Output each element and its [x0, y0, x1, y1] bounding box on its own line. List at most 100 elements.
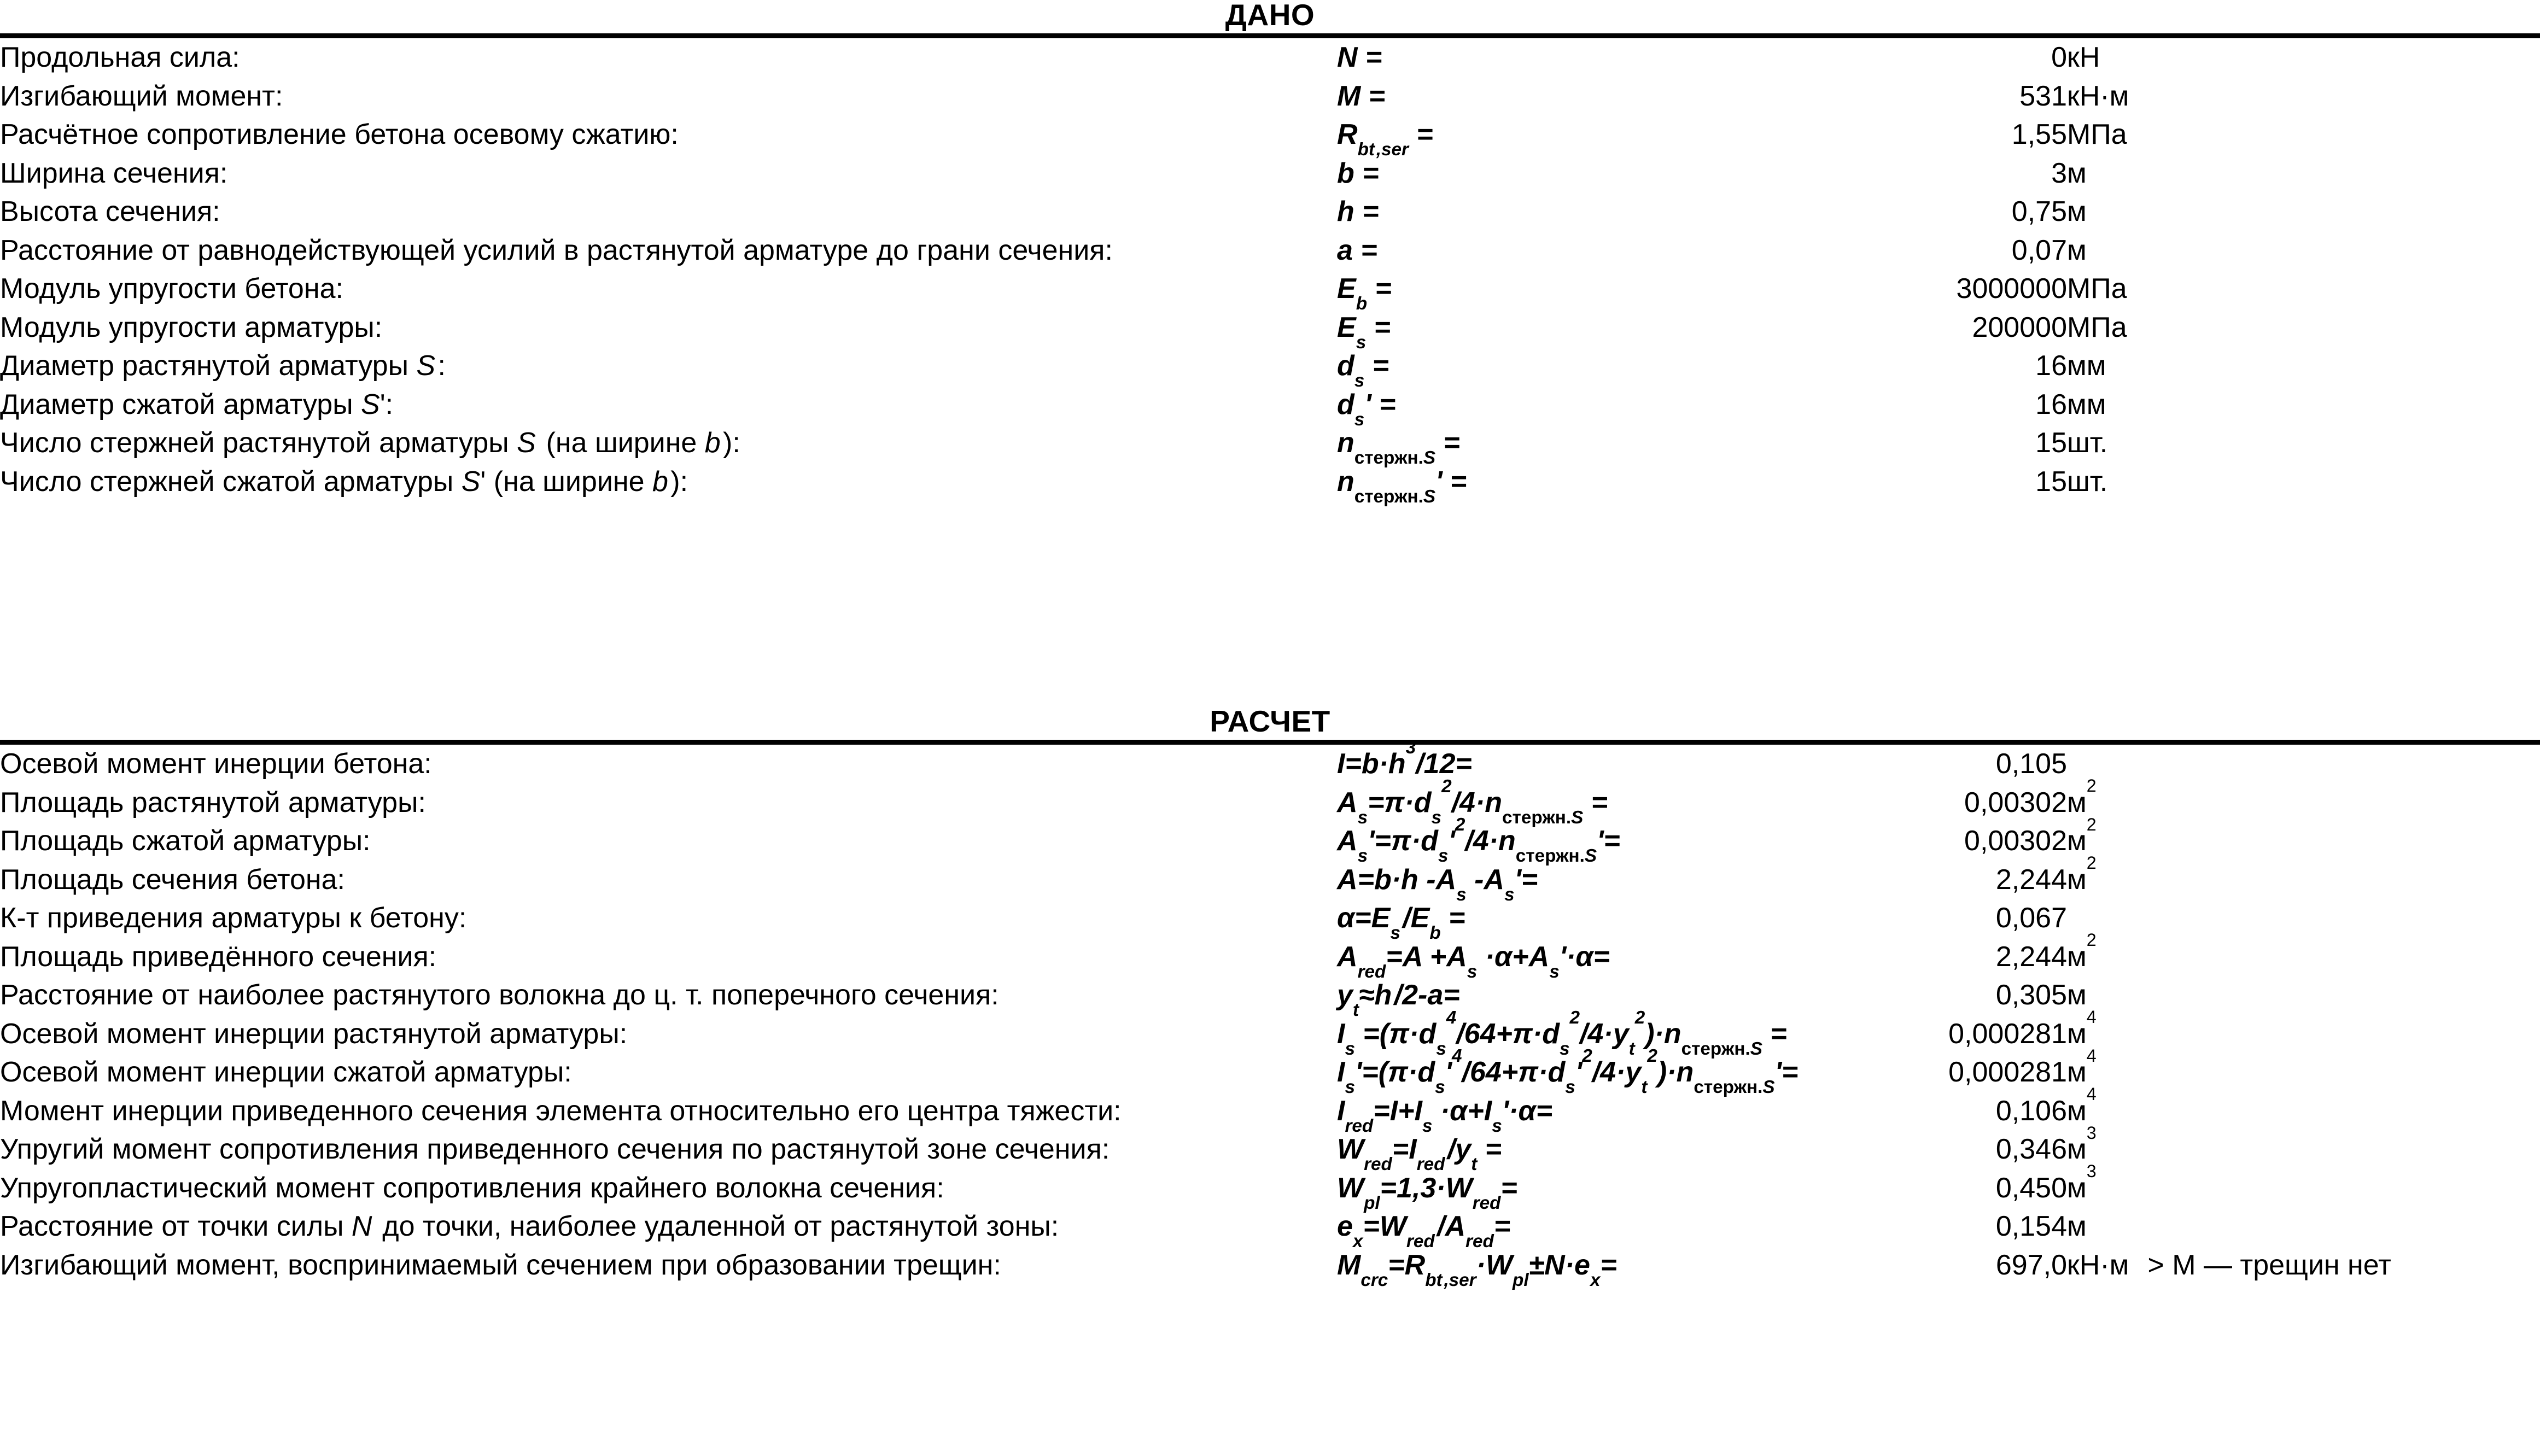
calc-row-value: 0,000281 — [1948, 1056, 2067, 1088]
table-row: Осевой момент инерции растянутой арматур… — [0, 1007, 2540, 1058]
given-row-label: Расчётное сопротивление бетона осевому с… — [0, 119, 679, 150]
given-row-value: 1,55 — [2011, 119, 2067, 150]
table-row: Упругий момент сопротивления приведенног… — [0, 1122, 2540, 1175]
given-row-symbol: nстержн.S = — [1337, 427, 1460, 469]
calc-row-value: 2,244 — [1995, 940, 2067, 973]
calc-row-value: 0,450 — [1995, 1172, 2067, 1204]
given-row-unit: шт. — [2067, 427, 2108, 459]
calc-row-label: Осевой момент инерции растянутой арматур… — [0, 1018, 628, 1050]
table-row: Расстояние от точки силы N до точки, наи… — [0, 1207, 2540, 1252]
table-row: Число стержней сжатой арматуры S' (на ши… — [0, 463, 2540, 506]
calc-section-title: РАСЧЕТ — [1210, 704, 1330, 738]
calculation-sheet: ДАНО Продольная сила: N = 0 кН Изгибающий мо… — [0, 0, 2540, 1456]
calc-row-label: Площадь сжатой арматуры: — [0, 825, 371, 857]
calc-row-label: Площадь сечения бетона: — [0, 863, 346, 896]
given-row-label: Ширина сечения: — [0, 157, 228, 189]
given-row-value: 15 — [2035, 465, 2067, 498]
calc-row-value: 697,0 — [1995, 1249, 2067, 1281]
table-row: Площадь растянутой арматуры: As=π·ds2/4·n… — [0, 776, 2540, 828]
table-row: Число стержней растянутой арматуры S (на… — [0, 424, 2540, 469]
given-row-symbol: ds' = — [1337, 388, 1396, 430]
calc-row-unit: м2 — [2067, 930, 2097, 973]
given-row-value: 0,07 — [2011, 234, 2067, 266]
calc-row-value: 0,000281 — [1948, 1018, 2067, 1050]
given-row-value: 15 — [2035, 427, 2067, 459]
given-row-value: 0,75 — [2011, 196, 2067, 227]
calc-row-unit — [2067, 745, 2540, 783]
given-row-value: 16 — [2035, 350, 2067, 382]
given-row-label: Расстояние от равнодействующей усилий в … — [0, 234, 1113, 266]
given-row-symbol: Es = — [1337, 311, 1391, 353]
calc-row-unit: м2 — [2067, 776, 2097, 818]
calc-row-label: Площадь приведённого сечения: — [0, 940, 437, 973]
table-row: Высота сечения: h = 0,75 м — [0, 192, 2540, 231]
calc-row-value: 0,154 — [1995, 1211, 2067, 1242]
calc-row-value: 0,305 — [1995, 979, 2067, 1011]
calc-section: РАСЧЕТ Осевой момент инерции бетона: I=b·… — [0, 704, 2540, 1289]
calc-row-unit — [2067, 899, 2540, 938]
table-row: Расстояние от равнодействующей усилий в … — [0, 231, 2540, 270]
table-row: Площадь сжатой арматуры: As'=π·ds'2/4·nст… — [0, 815, 2540, 867]
given-row-symbol: ds = — [1337, 350, 1389, 391]
given-row-unit: мм — [2067, 388, 2106, 420]
given-row-label: Число стержней сжатой арматуры S' (на ши… — [0, 465, 688, 498]
table-row: Ширина сечения: b = 3 м — [0, 154, 2540, 193]
table-row: Момент инерции приведенного сечения элем… — [0, 1085, 2540, 1135]
table-row: Площадь сечения бетона: A=b·h -As -As'= 2,… — [0, 853, 2540, 904]
given-section-title: ДАНО — [1225, 0, 1315, 32]
given-row-symbol: a = — [1337, 234, 1377, 266]
calc-row-symbol: ex=Wred /Ared= — [1337, 1211, 1511, 1252]
given-row-value: 531 — [2019, 80, 2067, 112]
given-row-label: Продольная сила: — [0, 42, 240, 73]
given-row-value: 3000000 — [1956, 273, 2067, 305]
table-row: Модуль упругости арматуры: Es = 200000 МПа — [0, 308, 2540, 353]
given-row-unit: шт. — [2067, 465, 2108, 498]
calc-row-unit: м3 — [2067, 1161, 2097, 1204]
calc-row-unit: м — [2067, 979, 2087, 1011]
given-table: Продольная сила: N = 0 кН Изгибающий момент:… — [0, 38, 2540, 506]
calc-row-value: 0,00302 — [1964, 825, 2067, 857]
calc-row-label: Момент инерции приведенного сечения элем… — [0, 1095, 1122, 1127]
calc-row-symbol: As'=π·ds'2/4·nстержн.S'= — [1337, 815, 1620, 867]
given-row-label: Диаметр растянутой арматуры S : — [0, 350, 446, 382]
table-row: Диаметр растянутой арматуры S : ds = 16 мм — [0, 347, 2540, 391]
given-row-symbol: Rbt ,ser = — [1337, 119, 1433, 160]
calc-row-symbol: yt≈h /2-a= — [1337, 979, 1460, 1021]
table-row: Расчётное сопротивление бетона осевому с… — [0, 115, 2540, 160]
calc-row-symbol: Wpl=1,3·Wred= — [1337, 1172, 1517, 1213]
calc-row-symbol: As=π·ds2/4·nстержн.S = — [1337, 776, 1608, 828]
table-row: Изгибающий момент: M = 531 кН·м — [0, 77, 2540, 116]
calc-row-symbol: α=Es /Eb = — [1337, 902, 1465, 944]
calc-row-unit: м4 — [2067, 1007, 2097, 1050]
given-row-unit: кН·м — [2067, 80, 2129, 112]
table-row: Площадь приведённого сечения: Ared=A +As … — [0, 930, 2540, 981]
calc-row-value: 0,105 — [1995, 748, 2067, 780]
calc-row-label: К-т приведения арматуры к бетону: — [0, 902, 467, 934]
table-row: Осевой момент инерции сжатой арматуры: Is… — [0, 1045, 2540, 1097]
calc-row-unit: м2 — [2067, 853, 2097, 896]
table-row: Расстояние от наиболее растянутого волок… — [0, 976, 2540, 1021]
given-row-value: 3 — [2051, 157, 2067, 189]
calc-row-label: Расстояние от точки силы N до точки, наи… — [0, 1211, 1059, 1242]
given-row-label: Модуль упругости бетона: — [0, 273, 343, 305]
calc-row-value: 0,346 — [1995, 1133, 2067, 1165]
calc-table: Осевой момент инерции бетона: I=b·h3/12= 0… — [0, 739, 2540, 1289]
calc-row-label: Площадь растянутой арматуры: — [0, 786, 426, 818]
given-row-value: 0 — [2051, 42, 2067, 73]
given-row-unit: кН — [2067, 42, 2100, 73]
calc-row-unit: м4 — [2067, 1045, 2097, 1088]
given-row-unit: м — [2067, 234, 2087, 266]
calc-row-value: 0,067 — [1995, 902, 2067, 934]
calc-row-value: 0,106 — [1995, 1095, 2067, 1127]
table-row: Модуль упругости бетона: Eb = 3000000 МПа — [0, 270, 2540, 313]
calc-section-rule — [0, 740, 2540, 745]
calc-row-unit: м3 — [2067, 1122, 2097, 1165]
given-row-label: Высота сечения: — [0, 196, 220, 227]
calc-row-value: 2,244 — [1995, 863, 2067, 896]
conclusion-note: > M — трещин нет — [2147, 1249, 2391, 1281]
given-section: ДАНО Продольная сила: N = 0 кН Изгибающий мо… — [0, 0, 2540, 506]
given-section-rule — [0, 33, 2540, 38]
calc-row-symbol: Wred=Ired /yt = — [1337, 1133, 1502, 1175]
calc-row-label: Упругий момент сопротивления приведенног… — [0, 1133, 1110, 1165]
given-row-value: 16 — [2035, 388, 2067, 420]
